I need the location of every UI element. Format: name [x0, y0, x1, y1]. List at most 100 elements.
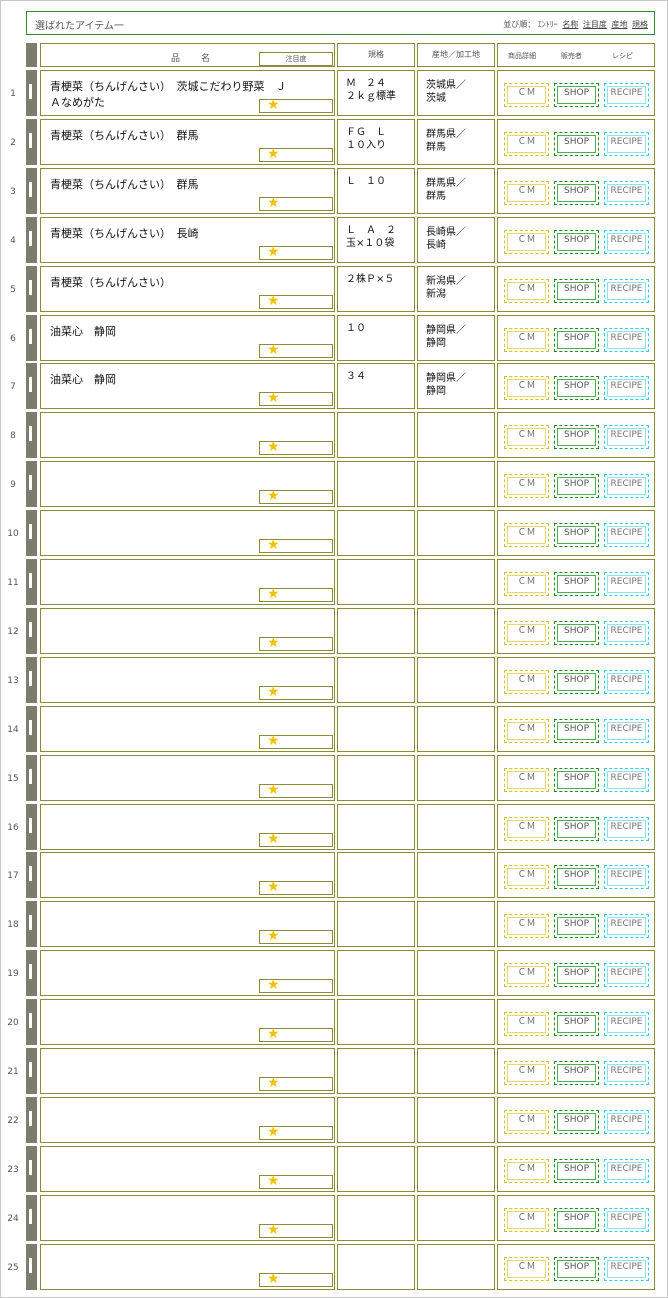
recipe-button[interactable]: RECIPE [604, 1256, 649, 1281]
cm-button[interactable]: ＣＭ [504, 914, 549, 939]
cm-button[interactable]: ＣＭ [504, 131, 549, 156]
cm-button[interactable]: ＣＭ [504, 180, 549, 205]
attention-rating[interactable]: ★ [259, 879, 333, 896]
cm-button[interactable]: ＣＭ [504, 1061, 549, 1085]
attention-rating[interactable]: ★ [259, 928, 333, 945]
attention-rating[interactable]: ★ [259, 537, 333, 554]
cm-button[interactable]: ＣＭ [504, 963, 549, 988]
shop-button[interactable]: SHOP [554, 327, 599, 352]
shop-button[interactable]: SHOP [554, 767, 599, 792]
shop-button[interactable]: SHOP [554, 620, 599, 645]
cm-button[interactable]: ＣＭ [504, 1012, 549, 1037]
shop-button[interactable]: SHOP [554, 425, 599, 450]
shop-button[interactable]: SHOP [554, 83, 599, 107]
cm-button[interactable]: ＣＭ [504, 767, 549, 792]
recipe-button[interactable]: RECIPE [604, 1109, 649, 1134]
recipe-button[interactable]: RECIPE [604, 425, 649, 450]
shop-button[interactable]: SHOP [554, 523, 599, 548]
recipe-button[interactable]: RECIPE [604, 327, 649, 352]
recipe-button[interactable]: RECIPE [604, 1207, 649, 1232]
cm-button[interactable]: ＣＭ [504, 474, 549, 499]
attention-rating[interactable]: ★ [259, 977, 333, 994]
recipe-button[interactable]: RECIPE [604, 572, 649, 596]
cm-button[interactable]: ＣＭ [504, 229, 549, 254]
attention-rating[interactable]: ★ [259, 586, 333, 602]
recipe-button[interactable]: RECIPE [604, 131, 649, 156]
shop-button[interactable]: SHOP [554, 474, 599, 499]
recipe-button[interactable]: RECIPE [604, 523, 649, 548]
shop-button[interactable]: SHOP [554, 816, 599, 841]
recipe-button[interactable]: RECIPE [604, 718, 649, 743]
attention-rating[interactable]: ★ [259, 1173, 333, 1189]
cm-button[interactable]: ＣＭ [504, 425, 549, 450]
attention-rating[interactable]: ★ [259, 1026, 333, 1043]
recipe-button[interactable]: RECIPE [604, 180, 649, 205]
cm-button[interactable]: ＣＭ [504, 1256, 549, 1281]
cm-button[interactable]: ＣＭ [504, 1207, 549, 1232]
attention-rating[interactable]: ★ [259, 293, 333, 309]
sort-by-attention-link[interactable]: 注目度 [583, 20, 607, 29]
attention-rating[interactable]: ★ [259, 684, 333, 700]
cm-button[interactable]: ＣＭ [504, 83, 549, 107]
shop-button[interactable]: SHOP [554, 1256, 599, 1281]
attention-rating[interactable]: ★ [259, 1271, 333, 1287]
attention-rating[interactable]: ★ [259, 439, 333, 456]
cm-button[interactable]: ＣＭ [504, 376, 549, 401]
cm-button[interactable]: ＣＭ [504, 865, 549, 890]
attention-rating[interactable]: ★ [259, 831, 333, 847]
shop-button[interactable]: SHOP [554, 669, 599, 694]
shop-button[interactable]: SHOP [554, 963, 599, 988]
recipe-button[interactable]: RECIPE [604, 474, 649, 499]
attention-rating[interactable]: ★ [259, 97, 333, 113]
attention-rating[interactable]: ★ [259, 195, 333, 211]
shop-button[interactable]: SHOP [554, 914, 599, 939]
attention-rating[interactable]: ★ [259, 146, 333, 162]
recipe-button[interactable]: RECIPE [604, 669, 649, 694]
recipe-button[interactable]: RECIPE [604, 376, 649, 401]
attention-rating[interactable]: ★ [259, 1075, 333, 1091]
shop-button[interactable]: SHOP [554, 131, 599, 156]
shop-button[interactable]: SHOP [554, 229, 599, 254]
shop-button[interactable]: SHOP [554, 572, 599, 596]
sort-by-origin-link[interactable]: 産地 [611, 20, 627, 29]
shop-button[interactable]: SHOP [554, 1207, 599, 1232]
cm-button[interactable]: ＣＭ [504, 572, 549, 596]
recipe-button[interactable]: RECIPE [604, 1012, 649, 1037]
recipe-button[interactable]: RECIPE [604, 620, 649, 645]
recipe-button[interactable]: RECIPE [604, 914, 649, 939]
recipe-button[interactable]: RECIPE [604, 1158, 649, 1183]
shop-button[interactable]: SHOP [554, 1012, 599, 1037]
cm-button[interactable]: ＣＭ [504, 816, 549, 841]
recipe-button[interactable]: RECIPE [604, 865, 649, 890]
attention-rating[interactable]: ★ [259, 1222, 333, 1238]
cm-button[interactable]: ＣＭ [504, 620, 549, 645]
shop-button[interactable]: SHOP [554, 865, 599, 890]
recipe-button[interactable]: RECIPE [604, 963, 649, 988]
recipe-button[interactable]: RECIPE [604, 816, 649, 841]
shop-button[interactable]: SHOP [554, 1158, 599, 1183]
cm-button[interactable]: ＣＭ [504, 669, 549, 694]
cm-button[interactable]: ＣＭ [504, 523, 549, 548]
attention-rating[interactable]: ★ [259, 244, 333, 260]
cm-button[interactable]: ＣＭ [504, 1109, 549, 1134]
attention-rating[interactable]: ★ [259, 390, 333, 407]
recipe-button[interactable]: RECIPE [604, 767, 649, 792]
cm-button[interactable]: ＣＭ [504, 327, 549, 352]
shop-button[interactable]: SHOP [554, 376, 599, 401]
recipe-button[interactable]: RECIPE [604, 229, 649, 254]
shop-button[interactable]: SHOP [554, 278, 599, 303]
attention-rating[interactable]: ★ [259, 733, 333, 749]
recipe-button[interactable]: RECIPE [604, 278, 649, 303]
cm-button[interactable]: ＣＭ [504, 278, 549, 303]
cm-button[interactable]: ＣＭ [504, 718, 549, 743]
attention-rating[interactable]: ★ [259, 488, 333, 505]
shop-button[interactable]: SHOP [554, 180, 599, 205]
shop-button[interactable]: SHOP [554, 1061, 599, 1085]
attention-rating[interactable]: ★ [259, 342, 333, 358]
cm-button[interactable]: ＣＭ [504, 1158, 549, 1183]
sort-by-spec-link[interactable]: 規格 [632, 20, 648, 29]
recipe-button[interactable]: RECIPE [604, 1061, 649, 1085]
attention-rating[interactable]: ★ [259, 635, 333, 651]
attention-rating[interactable]: ★ [259, 1124, 333, 1140]
shop-button[interactable]: SHOP [554, 718, 599, 743]
